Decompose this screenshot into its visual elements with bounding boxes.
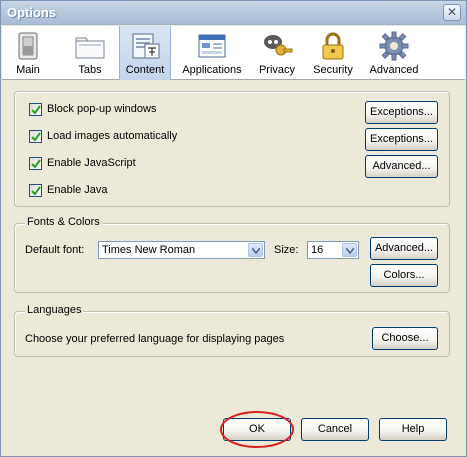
application-window-icon <box>198 34 226 58</box>
checkmark-icon <box>31 186 41 196</box>
document-icon <box>132 33 160 59</box>
chevron-down-icon <box>252 248 260 254</box>
choose-language-button[interactable]: Choose... <box>372 327 438 350</box>
window-title: Options <box>7 5 57 20</box>
tab-privacy[interactable]: Privacy <box>256 26 298 80</box>
image-exceptions-button[interactable]: Exceptions... <box>365 128 438 151</box>
enable-javascript-checkbox[interactable] <box>29 157 42 170</box>
tab-security[interactable]: Security <box>310 26 356 80</box>
tab-content-label: Content <box>125 64 165 76</box>
padlock-icon <box>322 32 344 60</box>
cancel-button[interactable]: Cancel <box>301 418 369 441</box>
enable-java-checkbox[interactable] <box>29 184 42 197</box>
enable-javascript-label: Enable JavaScript <box>47 157 136 169</box>
block-popups-label: Block pop-up windows <box>47 103 157 115</box>
font-size-select[interactable]: 16 <box>307 241 359 259</box>
default-font-value: Times New Roman <box>102 244 196 256</box>
fonts-colors-group: Fonts & Colors Default font: Times New R… <box>14 216 450 293</box>
tab-privacy-label: Privacy <box>258 64 296 76</box>
mask-key-icon <box>264 35 293 56</box>
dropdown-arrow[interactable] <box>248 243 263 257</box>
tab-main-label: Main <box>16 64 40 76</box>
checkmark-icon <box>31 132 41 142</box>
tab-applications-label: Applications <box>182 64 242 76</box>
preferences-toolbar: Main Tabs Content Applications Privacy S… <box>2 26 465 80</box>
close-button[interactable]: ✕ <box>443 4 461 21</box>
tab-tabs-label: Tabs <box>78 64 102 76</box>
help-button[interactable]: Help <box>379 418 447 441</box>
block-popups-checkbox[interactable] <box>29 103 42 116</box>
tab-content[interactable]: Content <box>119 26 171 80</box>
load-images-label: Load images automatically <box>47 130 178 142</box>
fonts-advanced-button[interactable]: Advanced... <box>370 237 438 260</box>
fonts-colors-title: Fonts & Colors <box>25 216 102 228</box>
content-options-group: Block pop-up windows Load images automat… <box>14 91 450 207</box>
default-font-select[interactable]: Times New Roman <box>98 241 265 259</box>
tab-main[interactable]: Main <box>12 26 44 80</box>
enable-java-label: Enable Java <box>47 184 108 196</box>
switch-icon <box>18 32 38 60</box>
checkmark-icon <box>31 105 41 115</box>
options-window: Options ✕ Main Tabs Content Applications… <box>0 0 467 457</box>
ok-highlight-annotation <box>220 411 294 448</box>
load-images-checkbox[interactable] <box>29 130 42 143</box>
gear-icon <box>379 31 409 61</box>
tab-applications[interactable]: Applications <box>180 26 244 80</box>
folder-tabs-icon <box>75 37 105 59</box>
default-font-label: Default font: <box>25 244 85 256</box>
font-size-value: 16 <box>311 244 324 256</box>
languages-title: Languages <box>25 304 84 316</box>
dropdown-arrow[interactable] <box>342 243 357 257</box>
tab-advanced[interactable]: Advanced <box>368 26 420 80</box>
tab-security-label: Security <box>313 64 353 76</box>
chevron-down-icon <box>346 248 354 254</box>
close-icon: ✕ <box>446 5 458 19</box>
title-bar: Options ✕ <box>1 1 466 25</box>
size-label: Size: <box>274 244 299 256</box>
popup-exceptions-button[interactable]: Exceptions... <box>365 101 438 124</box>
colors-button[interactable]: Colors... <box>370 264 438 287</box>
tab-tabs[interactable]: Tabs <box>70 26 110 80</box>
checkmark-icon <box>31 159 41 169</box>
javascript-advanced-button[interactable]: Advanced... <box>365 155 438 178</box>
languages-description: Choose your preferred language for displ… <box>25 333 285 345</box>
tab-advanced-label: Advanced <box>369 64 419 76</box>
languages-group: Languages Choose your preferred language… <box>14 304 450 357</box>
